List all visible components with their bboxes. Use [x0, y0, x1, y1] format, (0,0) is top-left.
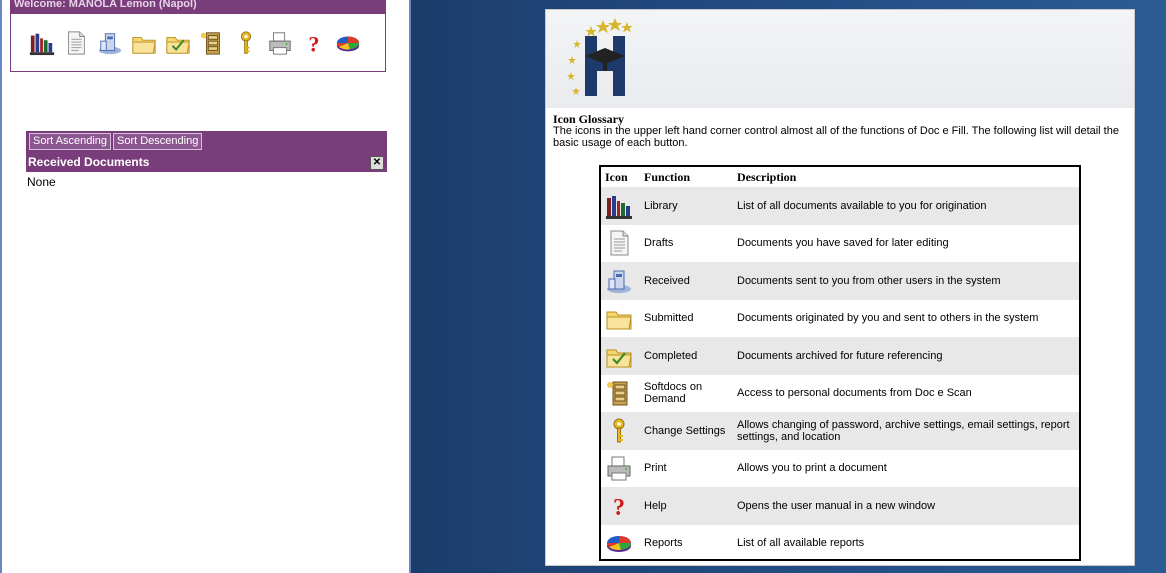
logo — [563, 16, 637, 104]
library-icon[interactable] — [27, 28, 57, 58]
close-icon[interactable]: ✕ — [370, 156, 384, 170]
drafts-icon — [601, 229, 636, 257]
help-icon[interactable] — [299, 28, 329, 58]
main-toolbar — [10, 14, 386, 72]
received-icon[interactable] — [95, 28, 125, 58]
softdocs-icon — [601, 379, 636, 407]
row-function: Drafts — [644, 237, 674, 250]
table-row: Completed Documents archived for future … — [601, 337, 1079, 375]
submitted-icon[interactable] — [129, 28, 159, 58]
row-description: Documents you have saved for later editi… — [737, 237, 949, 250]
row-function: Help — [644, 499, 667, 512]
sort-descending-button[interactable]: Sort Descending — [113, 133, 203, 150]
row-description: Documents originated by you and sent to … — [737, 312, 1039, 325]
table-header: Icon Function Description — [601, 167, 1079, 187]
library-icon — [601, 192, 636, 220]
table-row: Drafts Documents you have saved for late… — [601, 225, 1079, 263]
received-documents-title: Received Documents — [28, 155, 150, 169]
row-description: List of all documents available to you f… — [737, 199, 987, 212]
row-function: Received — [644, 274, 690, 287]
row-function: Softdocs on Demand — [644, 381, 703, 406]
table-row: Library List of all documents available … — [601, 187, 1079, 225]
header-icon: Icon — [605, 169, 628, 184]
received-icon — [601, 267, 636, 295]
row-description: Allows you to print a document — [737, 462, 887, 475]
received-empty-text: None — [27, 175, 56, 189]
row-function: Submitted — [644, 312, 694, 325]
row-description: Opens the user manual in a new window — [737, 499, 936, 512]
row-function: Print — [644, 462, 667, 475]
reports-icon — [601, 529, 636, 557]
submitted-icon — [601, 304, 636, 332]
content-frame: Welcome to Doc e Fill Icon Glossary The … — [545, 9, 1135, 566]
table-row: Print Allows you to print a document — [601, 450, 1079, 488]
completed-icon — [601, 342, 636, 370]
table-row: Submitted Documents originated by you an… — [601, 300, 1079, 338]
received-documents-panel: Sort Ascending Sort Descending Received … — [26, 131, 387, 192]
row-description: List of all available reports — [737, 537, 865, 550]
header-function: Function — [644, 170, 691, 184]
row-function: Change Settings — [644, 424, 726, 437]
sort-ascending-button[interactable]: Sort Ascending — [29, 133, 111, 150]
sort-bar: Sort Ascending Sort Descending — [26, 131, 387, 153]
table-row: Received Documents sent to you from othe… — [601, 262, 1079, 300]
row-description: Access to personal documents from Doc e … — [737, 387, 972, 400]
table-row: Change Settings Allows changing of passw… — [601, 412, 1079, 450]
glossary-table: Icon Function Description Library List o… — [599, 165, 1081, 561]
left-panel: Welcome: MANOLA Lemon (Napol) Sort Ascen… — [0, 0, 411, 573]
row-description: Documents sent to you from other users i… — [737, 274, 1001, 287]
drafts-icon[interactable] — [61, 28, 91, 58]
row-function: Completed — [644, 349, 698, 362]
row-description: Documents archived for future referencin… — [737, 349, 943, 362]
row-function: Reports — [644, 537, 683, 550]
completed-icon[interactable] — [163, 28, 193, 58]
softdocs-icon[interactable] — [197, 28, 227, 58]
print-icon — [601, 454, 636, 482]
change-settings-icon[interactable] — [231, 28, 261, 58]
header-description: Description — [737, 170, 797, 184]
banner: Welcome to Doc e Fill — [546, 10, 1134, 108]
reports-icon[interactable] — [333, 28, 363, 58]
glossary-description: The icons in the upper left hand corner … — [553, 125, 1119, 149]
help-icon — [601, 492, 636, 520]
welcome-bar: Welcome: MANOLA Lemon (Napol) — [10, 0, 386, 14]
row-function: Library — [644, 199, 678, 212]
row-description: Allows changing of password, archive set… — [737, 418, 1070, 443]
table-row: Reports List of all available reports — [601, 525, 1079, 563]
change-settings-icon — [601, 417, 636, 445]
table-row: Softdocs on Demand Access to personal do… — [601, 375, 1079, 413]
welcome-text: Welcome to Doc e Fill — [826, 52, 962, 68]
received-documents-header: Received Documents ✕ — [26, 153, 387, 172]
table-row: Help Opens the user manual in a new wind… — [601, 487, 1079, 525]
print-icon[interactable] — [265, 28, 295, 58]
